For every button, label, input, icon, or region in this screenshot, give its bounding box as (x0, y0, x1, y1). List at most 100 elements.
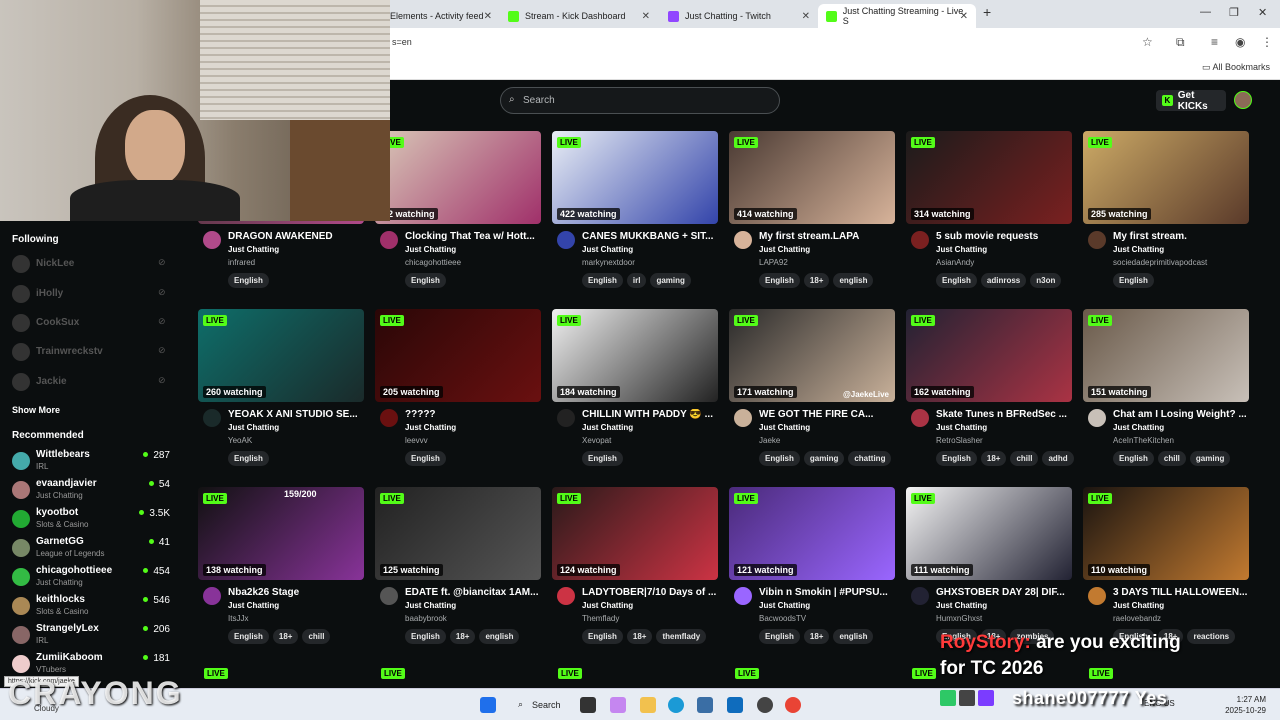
stream-card[interactable]: LIVE 205 watching????? Just Chatting leevvv… (375, 309, 541, 469)
tag-pill[interactable]: English (582, 273, 623, 288)
tag-pill[interactable]: english (833, 273, 874, 288)
stream-card[interactable]: LIVE 414 watching My first stream.LAPA Just… (729, 131, 895, 291)
tag-pill[interactable]: gaming (1189, 451, 1231, 466)
channel-name[interactable]: Jaeke (759, 436, 780, 445)
tag-pill[interactable]: English (759, 273, 800, 288)
tag-pill[interactable]: 18+ (626, 629, 653, 644)
close-icon[interactable]: ✕ (960, 11, 968, 22)
stream-thumbnail[interactable]: LIVE 314 watching (906, 131, 1072, 224)
stream-thumbnail[interactable]: LIVE 422 watching (552, 131, 718, 224)
stream-card[interactable]: LIVE 285 watching My first stream. Just Cha… (1083, 131, 1249, 291)
sidebar-item-recommended[interactable]: GarnetGG League of Legends 41 (12, 535, 170, 563)
tag-pill[interactable]: English (405, 451, 446, 466)
copilot-icon[interactable] (610, 697, 626, 713)
stream-category[interactable]: Just Chatting (1113, 601, 1164, 610)
tag-pill[interactable]: English (1113, 451, 1154, 466)
channel-avatar[interactable] (911, 231, 929, 249)
stream-title[interactable]: DRAGON AWAKENED (228, 231, 364, 242)
chrome-icon[interactable] (785, 697, 801, 713)
tag-pill[interactable]: n3on (1030, 273, 1062, 288)
tag-pill[interactable]: 18+ (449, 629, 476, 644)
close-icon[interactable]: ✕ (802, 11, 810, 22)
stream-title[interactable]: LADYTOBER|7/10 Days of ... (582, 587, 718, 598)
stream-thumbnail[interactable]: LIVE 205 watching (375, 309, 541, 402)
channel-name[interactable]: baabybrook (405, 614, 447, 623)
channel-name[interactable]: AsianAndy (936, 258, 974, 267)
tag-pill[interactable]: English (228, 273, 269, 288)
stream-title[interactable]: CANES MUKKBANG + SIT... (582, 231, 718, 242)
channel-avatar[interactable] (203, 231, 221, 249)
tag-pill[interactable]: adhd (1042, 451, 1074, 466)
stream-title[interactable]: My first stream.LAPA (759, 231, 895, 242)
stream-thumbnail[interactable]: LIVE 124 watching (552, 487, 718, 580)
channel-name[interactable]: ItsJJx (228, 614, 248, 623)
stream-category[interactable]: Just Chatting (582, 423, 633, 432)
stream-card[interactable]: LIVE 422 watching CANES MUKKBANG + SIT... J… (552, 131, 718, 291)
stream-title[interactable]: Chat am I Losing Weight? ... (1113, 409, 1249, 420)
tag-pill[interactable]: English (582, 629, 623, 644)
maximize-icon[interactable]: ❐ (1229, 6, 1239, 19)
sidebar-item-following[interactable]: iHolly ⊘ (12, 284, 182, 304)
stream-card[interactable]: LIVE 314 watching 5 sub movie requests Just… (906, 131, 1072, 291)
clock[interactable]: 1:27 AM 2025-10-29 (1225, 694, 1266, 716)
tag-pill[interactable]: English (759, 629, 800, 644)
taskbar-search[interactable]: ⌕ Search (512, 695, 570, 715)
channel-avatar[interactable] (203, 587, 221, 605)
channel-name[interactable]: infrared (228, 258, 255, 267)
tag-pill[interactable]: 18+ (980, 451, 1007, 466)
obs-icon[interactable] (757, 697, 773, 713)
stream-card[interactable]: LIVE 32 watching Clocking That Tea w/ Hott… (375, 131, 541, 291)
stream-card[interactable]: LIVE 151 watching Chat am I Losing Weight?… (1083, 309, 1249, 469)
channel-avatar[interactable] (1088, 587, 1106, 605)
tab-just-chatting-live[interactable]: Just Chatting Streaming - Live S ✕ (818, 4, 976, 28)
stream-thumbnail[interactable]: LIVE 121 watching (729, 487, 895, 580)
stream-card[interactable]: LIVE 138 watching 159/200 Nba2k26 Stage Just… (198, 487, 364, 647)
sidebar-item-recommended[interactable]: keithlocks Slots & Casino 546 (12, 593, 170, 621)
tab-kick-dashboard[interactable]: Stream - Kick Dashboard ✕ (500, 4, 658, 28)
stream-title[interactable]: GHXSTOBER DAY 28| DIF... (936, 587, 1072, 598)
channel-avatar[interactable] (380, 409, 398, 427)
channel-avatar[interactable] (557, 409, 575, 427)
tag-pill[interactable]: English (936, 451, 977, 466)
tag-pill[interactable]: gaming (650, 273, 691, 288)
stream-category[interactable]: Just Chatting (1113, 423, 1164, 432)
stream-category[interactable]: Just Chatting (228, 245, 279, 254)
stream-title[interactable]: Clocking That Tea w/ Hott... (405, 231, 541, 242)
tag-pill[interactable]: English (228, 629, 269, 644)
star-icon[interactable]: ☆ (1142, 35, 1153, 49)
stream-thumbnail[interactable]: LIVE 138 watching 159/200 (198, 487, 364, 580)
stream-category[interactable]: Just Chatting (936, 601, 987, 610)
sidebar-item-recommended[interactable]: kyootbot Slots & Casino 3.5K (12, 506, 170, 534)
channel-avatar[interactable] (911, 409, 929, 427)
tag-pill[interactable]: chill (1010, 451, 1039, 466)
stream-title[interactable]: Vibin n Smokin | #PUPSU... (759, 587, 895, 598)
stream-card[interactable]: LIVE 110 watching 3 DAYS TILL HALLOWEEN...… (1083, 487, 1249, 647)
show-more-button[interactable]: Show More (12, 405, 60, 415)
user-avatar[interactable] (1234, 91, 1252, 109)
stream-category[interactable]: Just Chatting (405, 423, 456, 432)
sidebar-item-following[interactable]: NickLee ⊘ (12, 254, 182, 274)
stream-category[interactable]: Just Chatting (582, 245, 633, 254)
tag-pill[interactable]: English (228, 451, 269, 466)
menu-list-icon[interactable]: ≡ (1211, 35, 1218, 49)
channel-avatar[interactable] (557, 231, 575, 249)
channel-avatar[interactable] (557, 587, 575, 605)
sidebar-item-recommended[interactable]: evaandjavier Just Chatting 54 (12, 477, 170, 505)
close-icon[interactable]: ✕ (484, 11, 492, 22)
stream-title[interactable]: ????? (405, 409, 541, 420)
channel-avatar[interactable] (734, 231, 752, 249)
stream-category[interactable]: Just Chatting (936, 245, 987, 254)
close-window-icon[interactable]: ✕ (1258, 6, 1267, 19)
stream-title[interactable]: EDATE ft. @biancitax 1AM... (405, 587, 541, 598)
sidebar-item-following[interactable]: CookSux ⊘ (12, 313, 182, 333)
stream-category[interactable]: Just Chatting (228, 601, 279, 610)
sidebar-item-recommended[interactable]: Wittlebears IRL 287 (12, 448, 170, 476)
stream-card[interactable]: LIVE 125 watching EDATE ft. @biancitax 1AM… (375, 487, 541, 647)
channel-name[interactable]: RetroSlasher (936, 436, 983, 445)
channel-name[interactable]: YeoAK (228, 436, 252, 445)
stream-title[interactable]: My first stream. (1113, 231, 1249, 242)
channel-avatar[interactable] (380, 587, 398, 605)
stream-thumbnail[interactable]: LIVE 111 watching (906, 487, 1072, 580)
sidebar-item-following[interactable]: Trainwreckstv ⊘ (12, 342, 182, 362)
stream-card[interactable]: LIVE 124 watching LADYTOBER|7/10 Days of .… (552, 487, 718, 647)
